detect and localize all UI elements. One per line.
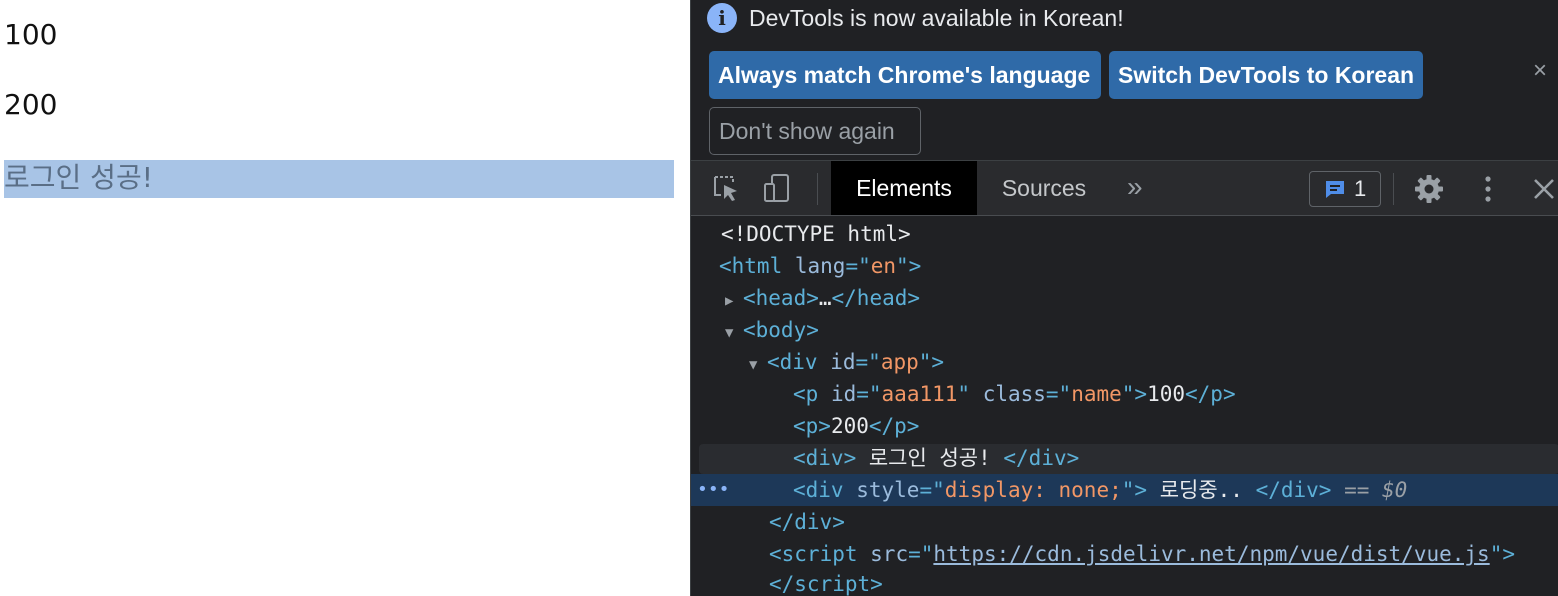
toolbar-separator <box>817 173 818 205</box>
dom-tree: <!DOCTYPE html> <html lang="en"> ▶ <head>… <box>691 218 1558 596</box>
device-toggle-icon[interactable] <box>763 173 793 203</box>
devtools-toolbar: Elements Sources » 1 <box>691 160 1558 216</box>
dont-show-again-button[interactable]: Don't show again <box>709 107 921 155</box>
p2-text: 200 <box>830 414 869 438</box>
issues-button[interactable]: 1 <box>1309 171 1381 207</box>
script-src-link[interactable]: https://cdn.jsdelivr.net/npm/vue/dist/vu… <box>933 542 1489 566</box>
collapse-triangle-icon[interactable]: ▼ <box>725 317 743 349</box>
info-icon: i <box>707 3 737 33</box>
dom-head[interactable]: ▶ <head>…</head> <box>691 282 1558 314</box>
more-actions-dots-icon[interactable]: ••• <box>697 474 730 506</box>
dom-script-close[interactable]: </script> <box>691 568 1558 596</box>
kebab-menu-icon[interactable] <box>1479 173 1497 205</box>
issues-icon <box>1326 181 1344 198</box>
selected-node-marker: == $0 <box>1344 478 1408 502</box>
dom-body[interactable]: ▼ <body> <box>691 314 1558 346</box>
div-loading-text: 로딩중.. <box>1147 478 1256 502</box>
login-message: 로그인 성공! <box>4 161 153 194</box>
p1-text: 100 <box>1147 382 1186 406</box>
dom-div-loading[interactable]: ••• <div style="display: none;"> 로딩중.. </… <box>691 474 1558 506</box>
p-id-value: aaa111 <box>881 382 958 406</box>
inspect-element-icon[interactable] <box>711 173 741 203</box>
dom-div-app-close[interactable]: </div> <box>691 506 1558 538</box>
doctype-text: <!DOCTYPE html> <box>721 222 911 246</box>
issues-count: 1 <box>1354 176 1367 201</box>
div-app-id: app <box>880 350 919 374</box>
expand-triangle-icon[interactable]: ▶ <box>725 285 743 317</box>
dom-html[interactable]: <html lang="en"> <box>691 250 1558 282</box>
infobar-message: DevTools is now available in Korean! <box>749 5 1124 31</box>
page-paragraph-100: 100 <box>4 18 58 51</box>
more-tabs-icon[interactable]: » <box>1127 161 1143 215</box>
dom-doctype[interactable]: <!DOCTYPE html> <box>691 218 1558 250</box>
close-devtools-icon[interactable] <box>1531 175 1557 203</box>
dom-p-200[interactable]: <p>200</p> <box>691 410 1558 442</box>
div-loading-style: display: none; <box>944 478 1122 502</box>
p-class-value: name <box>1071 382 1122 406</box>
page-paragraph-200: 200 <box>4 88 58 121</box>
dom-div-login[interactable]: <div> 로그인 성공! </div> <box>691 442 1558 474</box>
switch-to-korean-button[interactable]: Switch DevTools to Korean <box>1109 51 1423 99</box>
language-infobar: i DevTools is now available in Korean! A… <box>691 0 1558 160</box>
dom-script[interactable]: <script src="https://cdn.jsdelivr.net/np… <box>691 538 1558 570</box>
devtools-panel: i DevTools is now available in Korean! A… <box>690 0 1558 596</box>
gear-icon[interactable] <box>1413 173 1445 205</box>
dom-p-aaa111[interactable]: <p id="aaa111" class="name">100</p> <box>691 378 1558 410</box>
div-login-text: 로그인 성공! <box>856 446 1004 470</box>
html-lang-value: en <box>870 254 897 278</box>
toolbar-separator <box>1393 173 1394 205</box>
page-viewport: 100 200 로그인 성공! <box>0 0 690 596</box>
collapse-triangle-icon[interactable]: ▼ <box>749 349 767 381</box>
tab-elements[interactable]: Elements <box>831 161 977 215</box>
dom-div-app[interactable]: ▼ <div id="app"> <box>691 346 1558 378</box>
infobar-close-icon[interactable]: × <box>1527 58 1553 84</box>
tab-sources[interactable]: Sources <box>991 161 1097 215</box>
always-match-language-button[interactable]: Always match Chrome's language <box>709 51 1101 99</box>
